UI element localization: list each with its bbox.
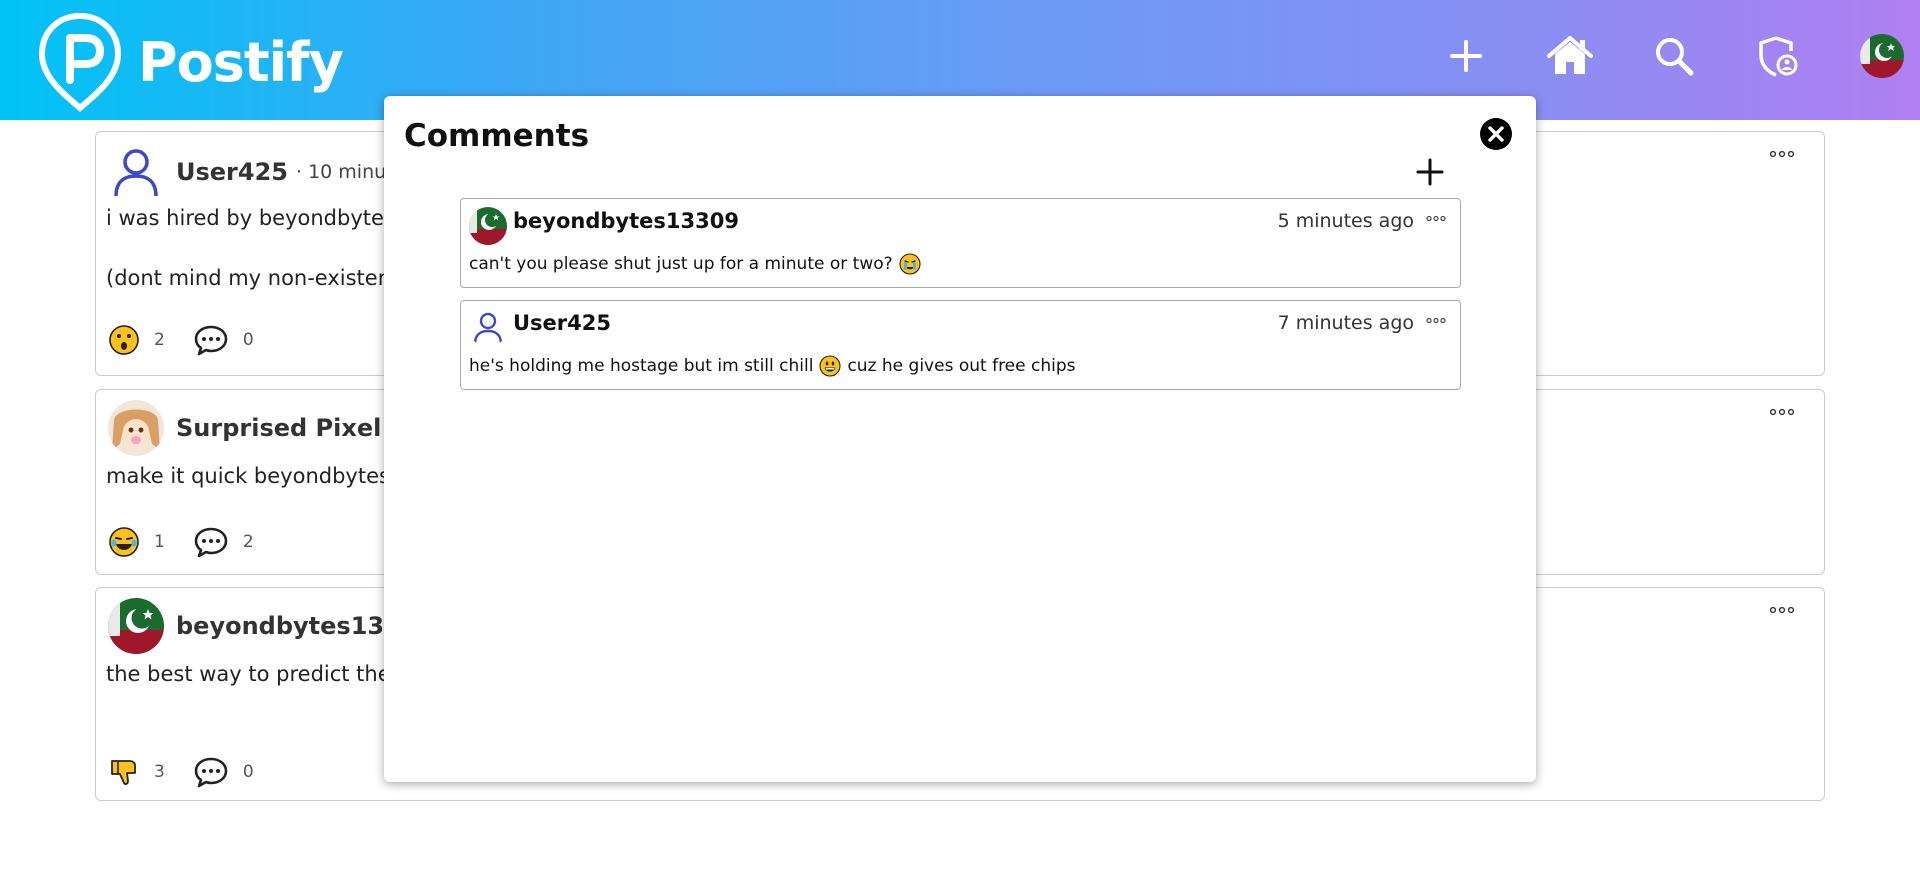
reaction-count: 1	[154, 532, 165, 552]
shield-user-icon	[1759, 36, 1798, 77]
user-avatar[interactable]	[108, 598, 164, 654]
post-content-line: i was hired by beyondbytes	[106, 206, 395, 230]
modal-title: Comments	[404, 118, 590, 154]
more-options-icon[interactable]	[1770, 606, 1794, 614]
laughing-emoji-icon[interactable]	[108, 526, 140, 558]
reaction-count: 2	[154, 330, 165, 350]
surprised-emoji-icon[interactable]	[108, 324, 140, 356]
post-actions: 2 0	[108, 324, 282, 356]
comment-item: beyondbytes13309 5 minutes ago can't you…	[460, 198, 1461, 288]
comment-time: 5 minutes ago	[1277, 210, 1414, 232]
more-options-icon[interactable]	[1426, 215, 1446, 222]
close-icon[interactable]	[1480, 118, 1512, 150]
comment-text-part: can't you please shut just up for a minu…	[469, 254, 893, 274]
home-icon	[1547, 36, 1593, 74]
search-icon	[1656, 38, 1694, 76]
flag-avatar-icon	[469, 207, 507, 245]
logo-pin-icon	[38, 12, 122, 112]
comment-icon[interactable]	[193, 526, 229, 558]
home-button[interactable]	[1546, 32, 1594, 80]
comment-count: 2	[242, 532, 254, 552]
pixel-art-avatar[interactable]	[108, 400, 164, 456]
comment-username[interactable]: beyondbytes13309	[513, 209, 739, 233]
more-options-icon[interactable]	[1770, 150, 1794, 158]
anime-avatar-icon	[108, 400, 164, 456]
app-name: Postify	[138, 30, 344, 94]
post-content-line: (dont mind my non-existent	[106, 266, 400, 290]
flag-avatar-icon	[1860, 34, 1904, 78]
comment-avatar[interactable]	[469, 207, 507, 245]
thumbs-down-icon[interactable]	[108, 756, 140, 788]
comment-username[interactable]: User425	[513, 311, 611, 335]
app-logo[interactable]: Postify	[36, 12, 344, 112]
comment-text: can't you please shut just up for a minu…	[469, 253, 921, 275]
post-header: User425 · 10 minutes	[108, 144, 415, 200]
reaction-count: 3	[154, 762, 165, 782]
comment-text: he's holding me hostage but im still chi…	[469, 355, 1076, 377]
user-icon[interactable]	[469, 309, 507, 347]
comment-item: User425 7 minutes ago he's holding me ho…	[460, 300, 1461, 390]
flag-avatar-icon	[108, 598, 164, 654]
plus-icon	[1450, 40, 1482, 72]
more-options-icon[interactable]	[1770, 408, 1794, 416]
grinning-emoji-icon	[819, 355, 842, 377]
post-username[interactable]: User425	[176, 158, 288, 186]
post-actions: 1 2	[108, 526, 282, 558]
post-content-line: make it quick beyondbytes	[106, 464, 390, 488]
crying-emoji-icon	[899, 253, 921, 275]
moderation-button[interactable]	[1754, 32, 1802, 80]
user-icon	[114, 149, 158, 197]
more-options-icon[interactable]	[1426, 317, 1446, 324]
post-content-line: the best way to predict the f	[106, 662, 405, 686]
profile-avatar[interactable]	[1860, 34, 1904, 78]
comment-time: 7 minutes ago	[1277, 312, 1414, 334]
post-actions: 3 0	[108, 756, 282, 788]
comments-modal: Comments beyondbytes13309 5 minutes ago …	[384, 96, 1536, 782]
comment-icon[interactable]	[193, 756, 229, 788]
comment-text-part: cuz he gives out free chips	[847, 356, 1076, 376]
add-comment-icon[interactable]	[1416, 158, 1444, 186]
comment-count: 0	[242, 330, 254, 350]
comment-icon[interactable]	[193, 324, 229, 356]
search-button[interactable]	[1650, 32, 1698, 80]
comment-text-part: he's holding me hostage but im still chi…	[469, 356, 814, 376]
create-post-button[interactable]	[1442, 32, 1490, 80]
comment-count: 0	[242, 762, 254, 782]
